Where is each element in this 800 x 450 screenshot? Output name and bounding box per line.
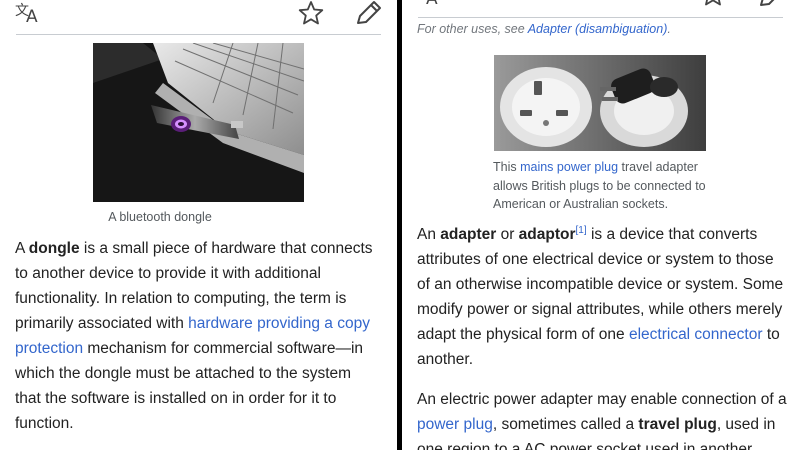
toolbar-divider (418, 17, 783, 18)
hatnote-text: For other uses, see (417, 22, 528, 36)
bold-term: adaptor (518, 226, 576, 243)
bold-term: adapter (440, 226, 497, 243)
figure-caption: A bluetooth dongle (108, 210, 212, 224)
edit-pencil-icon[interactable] (355, 0, 383, 26)
hatnote: For other uses, see Adapter (disambiguat… (417, 22, 787, 36)
link-power-plug[interactable]: power plug (417, 416, 493, 433)
travel-adapter-image[interactable] (494, 55, 706, 151)
article-paragraph: An adapter or adaptor[1] is a device tha… (417, 222, 787, 372)
link-adapter-disambiguation[interactable]: Adapter (disambiguation) (528, 22, 668, 36)
figure-caption: This mains power plug travel adapter all… (493, 158, 707, 214)
para-text: , sometimes called a (492, 416, 639, 433)
right-article-pane: A For other uses, see Adapter (disambigu… (402, 0, 800, 450)
star-icon[interactable] (700, 0, 726, 7)
svg-text:A: A (426, 0, 438, 8)
translate-icon[interactable]: 文 A (14, 0, 44, 26)
translate-icon[interactable]: A (414, 0, 444, 8)
para-text: or (496, 226, 519, 243)
svg-text:A: A (26, 7, 38, 26)
para-text: An electric power adapter may enable con… (417, 391, 787, 408)
caption-text: This (493, 160, 521, 174)
bluetooth-dongle-image[interactable] (93, 43, 304, 202)
toolbar-divider (16, 34, 381, 35)
edit-pencil-icon[interactable] (758, 0, 786, 8)
article-paragraph: A dongle is a small piece of hardware th… (15, 236, 380, 436)
para-text: An (417, 226, 441, 243)
hatnote-text: . (667, 22, 671, 36)
bold-term: dongle (28, 240, 80, 257)
star-icon[interactable] (298, 0, 324, 26)
link-electrical-connector[interactable]: electrical connector (629, 326, 763, 343)
article-paragraph: An electric power adapter may enable con… (417, 387, 787, 450)
left-article-pane: 文 A A bluetooth dongle A dongle is a sma… (0, 0, 397, 450)
link-mains-power-plug[interactable]: mains power plug (520, 160, 618, 174)
reference-link-1[interactable]: [1] (576, 225, 587, 236)
para-text: A (15, 240, 29, 257)
bold-term: travel plug (638, 416, 717, 433)
